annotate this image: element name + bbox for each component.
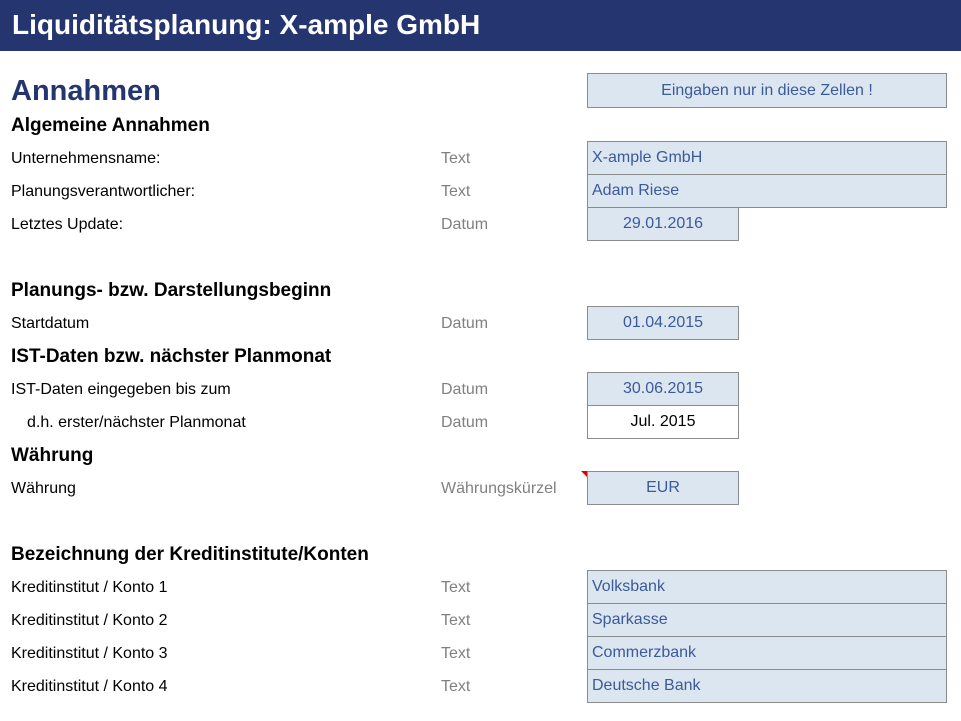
heading-banks: Bezeichnung der Kreditinstitute/Konten <box>11 544 369 565</box>
type-currency: Währungskürzel <box>441 480 557 497</box>
type-planner: Text <box>441 183 471 200</box>
type-bank-2: Text <box>441 612 471 629</box>
bank-3-cell[interactable]: Commerzbank <box>587 636 947 670</box>
label-currency: Währung <box>11 480 76 497</box>
title-bar: Liquiditätsplanung: X-ample GmbH <box>0 0 961 51</box>
type-last-update: Datum <box>441 216 489 233</box>
page-title: Liquiditätsplanung: X-ample GmbH <box>12 9 481 40</box>
bank-4-cell[interactable]: Deutsche Bank <box>587 669 947 703</box>
label-planner: Planungsverantwortlicher: <box>11 183 196 200</box>
label-bank-2: Kreditinstitut / Konto 2 <box>11 612 168 629</box>
heading-ist: IST-Daten bzw. nächster Planmonat <box>11 346 332 367</box>
type-bank-3: Text <box>441 645 471 662</box>
heading-general: Algemeine Annahmen <box>11 115 210 136</box>
label-next-plan-month: d.h. erster/nächster Planmonat <box>27 414 246 431</box>
label-start-date: Startdatum <box>11 315 90 332</box>
heading-start: Planungs- bzw. Darstellungsbeginn <box>11 280 332 301</box>
bank-1-cell[interactable]: Volksbank <box>587 570 947 604</box>
next-plan-month-cell: Jul. 2015 <box>587 405 739 439</box>
heading-currency: Währung <box>11 445 94 466</box>
label-company-name: Unternehmensname: <box>11 150 161 167</box>
type-next-plan-month: Datum <box>441 414 489 431</box>
label-ist-until: IST-Daten eingegeben bis zum <box>11 381 231 398</box>
type-bank-4: Text <box>441 678 471 695</box>
bank-2-cell[interactable]: Sparkasse <box>587 603 947 637</box>
label-bank-4: Kreditinstitut / Konto 4 <box>11 678 168 695</box>
start-date-cell[interactable]: 01.04.2015 <box>587 306 739 340</box>
input-hint-cell[interactable]: Eingaben nur in diese Zellen ! <box>587 73 947 108</box>
last-update-cell[interactable]: 29.01.2016 <box>587 207 739 241</box>
company-name-cell[interactable]: X-ample GmbH <box>587 141 947 175</box>
ist-until-cell[interactable]: 30.06.2015 <box>587 372 739 406</box>
label-bank-1: Kreditinstitut / Konto 1 <box>11 579 168 596</box>
label-bank-3: Kreditinstitut / Konto 3 <box>11 645 168 662</box>
type-bank-1: Text <box>441 579 471 596</box>
label-last-update: Letztes Update: <box>11 216 124 233</box>
currency-cell[interactable]: EUR <box>587 471 739 505</box>
type-company-name: Text <box>441 150 471 167</box>
type-start-date: Datum <box>441 315 489 332</box>
section-title: Annahmen <box>11 75 161 107</box>
type-ist-until: Datum <box>441 381 489 398</box>
planner-cell[interactable]: Adam Riese <box>587 174 947 208</box>
